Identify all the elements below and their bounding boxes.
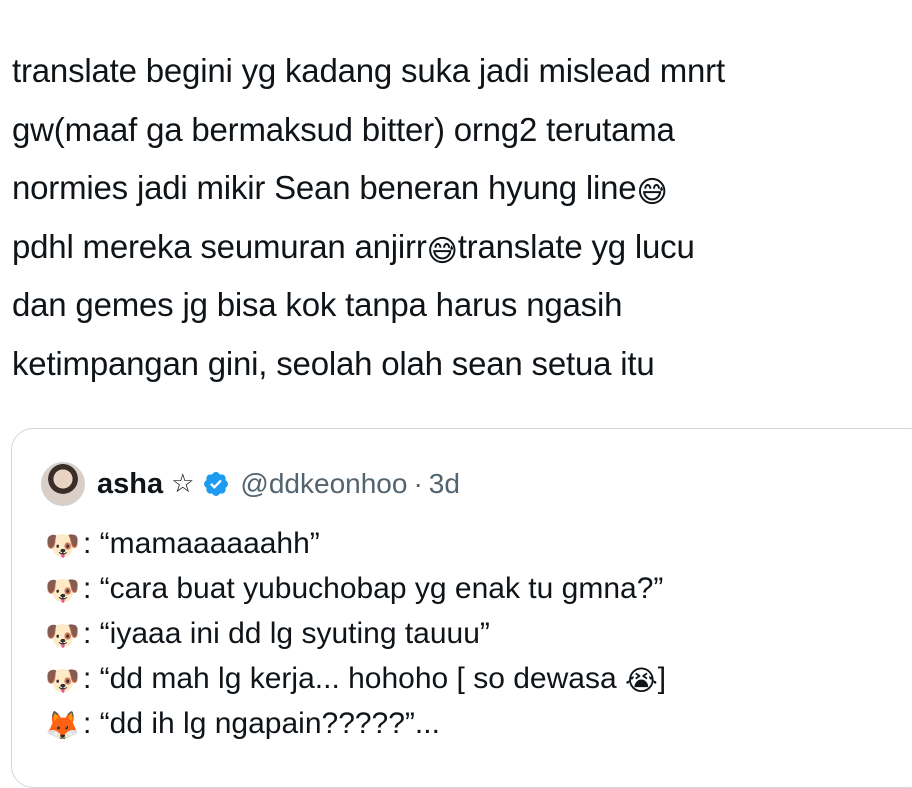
user-handle[interactable]: @ddkeonhoo <box>240 468 407 500</box>
verified-badge-icon <box>204 472 229 496</box>
quote-line-text: : “mamaaaaaahh” <box>83 527 320 560</box>
tweet-line-text: gw(maaf ga bermaksud bitter) orng2 terut… <box>12 110 675 148</box>
quote-line-text: : “dd ih lg ngapain?????”... <box>83 707 440 740</box>
crying-face-emoji-icon: 😭 <box>624 664 658 697</box>
tweet-line: ketimpangan gini, seolah olah sean setua… <box>12 335 902 394</box>
dog-face-emoji-icon: 🐶 <box>45 664 80 697</box>
tweet-text: translate begini yg kadang suka jadi mis… <box>12 42 902 393</box>
quoted-tweet-header: asha ☆ @ddkeonhoo · 3d <box>41 462 460 506</box>
tweet-line-text: ketimpangan gini, seolah olah sean setua… <box>12 344 655 382</box>
tweet-line: dan gemes jg bisa kok tanpa harus ngasih <box>12 276 902 335</box>
list-item: 🐶: “iyaaa ini dd lg syuting tauuu” <box>45 611 666 656</box>
dog-face-emoji-icon: 🐶 <box>45 619 80 652</box>
dog-face-emoji-icon: 🐶 <box>45 574 80 607</box>
tweet-line-text: normies jadi mikir Sean beneran hyung li… <box>12 169 637 206</box>
dog-face-emoji-icon: 🐶 <box>45 529 80 562</box>
quoted-tweet-text: 🐶: “mamaaaaaahh” 🐶: “cara buat yubuchoba… <box>45 521 666 746</box>
sweat-smile-emoji-icon: 😅 <box>636 175 668 210</box>
timestamp[interactable]: 3d <box>429 468 460 500</box>
avatar[interactable] <box>41 462 85 506</box>
list-item: 🐶: “dd mah lg kerja... hohoho [ so dewas… <box>45 656 666 701</box>
list-item: 🦊: “dd ih lg ngapain?????”... <box>45 701 666 746</box>
list-item: 🐶: “cara buat yubuchobap yg enak tu gmna… <box>45 566 666 611</box>
tweet-line: pdhl mereka seumuran anjirr😅translate yg… <box>12 218 902 277</box>
separator-dot: · <box>413 468 423 499</box>
tweet-line: gw(maaf ga bermaksud bitter) orng2 terut… <box>12 101 902 160</box>
tweet-line-text: translate yg lucu <box>457 227 695 265</box>
tweet-line-text: translate begini yg kadang suka jadi mis… <box>12 52 725 89</box>
tweet-line: normies jadi mikir Sean beneran hyung li… <box>12 159 902 218</box>
quote-line-text: ] <box>657 662 667 695</box>
tweet-line-text: dan gemes jg bisa kok tanpa harus ngasih <box>12 286 623 323</box>
tweet-line: translate begini yg kadang suka jadi mis… <box>12 42 902 101</box>
star-icon: ☆ <box>171 469 195 499</box>
quote-line-text: : “iyaaa ini dd lg syuting tauuu” <box>83 617 490 650</box>
quote-line-text: : “dd mah lg kerja... hohoho [ so dewasa <box>83 662 625 695</box>
tweet-line-text: pdhl mereka seumuran anjirr <box>12 227 427 265</box>
quote-line-text: : “cara buat yubuchobap yg enak tu gmna?… <box>83 572 664 605</box>
sweat-smile-emoji-icon: 😅 <box>426 233 458 269</box>
display-name[interactable]: asha <box>97 468 163 501</box>
list-item: 🐶: “mamaaaaaahh” <box>45 521 666 566</box>
quoted-tweet-card[interactable]: asha ☆ @ddkeonhoo · 3d 🐶: “mamaaaaaahh” … <box>11 428 912 788</box>
fox-face-emoji-icon: 🦊 <box>45 709 80 742</box>
